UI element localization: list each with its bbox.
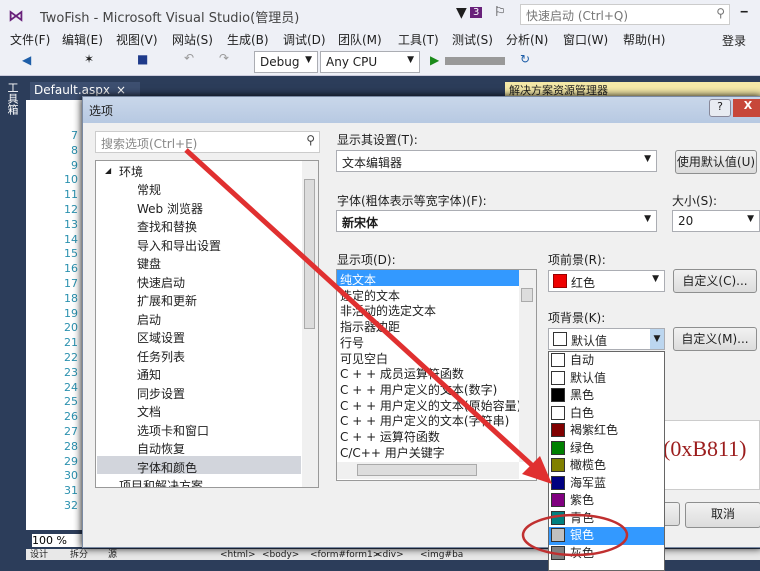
annotation-circle bbox=[521, 513, 629, 557]
annotation-arrow-line bbox=[184, 148, 537, 470]
annotation-layer bbox=[184, 148, 629, 557]
